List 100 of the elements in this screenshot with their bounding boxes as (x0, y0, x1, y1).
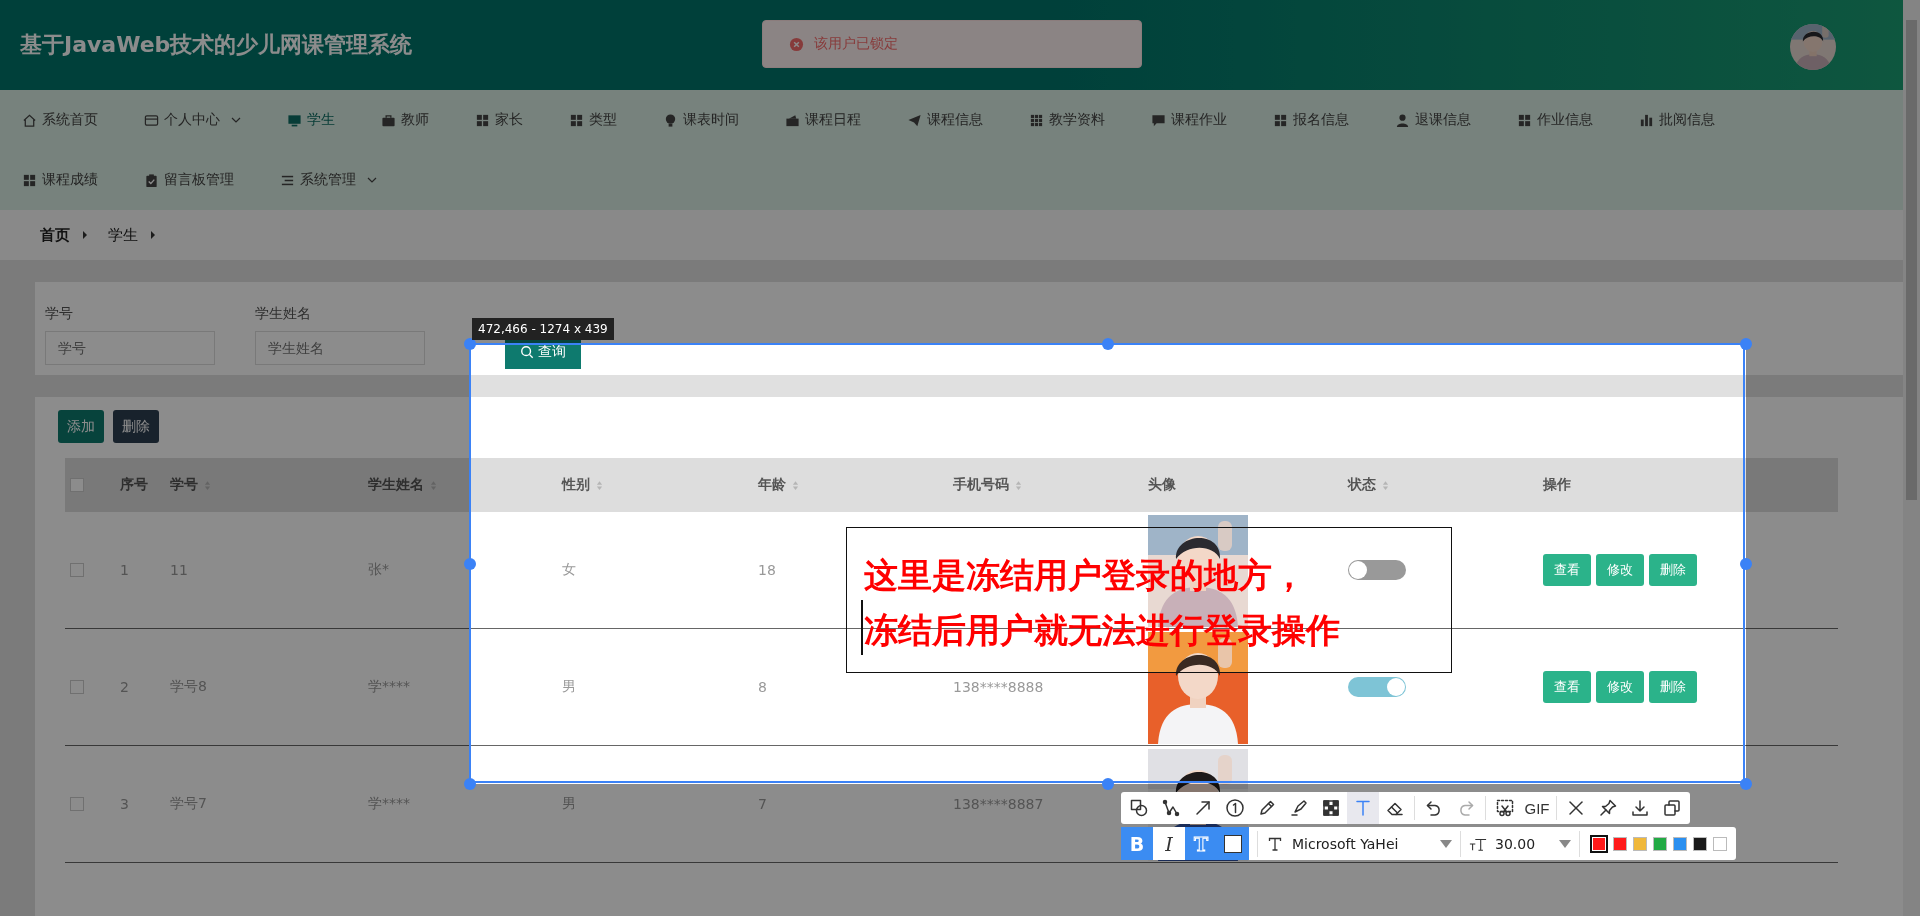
chevron-icon (150, 230, 156, 240)
clipboard-icon (144, 172, 159, 188)
column-header: 头像 (1148, 476, 1176, 494)
grid-icon (1273, 112, 1288, 128)
table-cell: 2 (120, 679, 129, 695)
column-header: 操作 (1543, 476, 1571, 494)
color-swatch[interactable] (1590, 834, 1608, 853)
format-toggle[interactable] (1217, 827, 1249, 860)
app-title: 基于JavaWeb技术的少儿网课管理系统 (20, 31, 413, 59)
row-action-button[interactable]: 删除 (1649, 671, 1697, 703)
column-header[interactable]: 学号 (170, 476, 211, 494)
copy-icon (1662, 798, 1682, 818)
input-field[interactable]: 学号 (45, 331, 215, 365)
color-swatch[interactable] (1673, 836, 1687, 851)
highlighter-icon (1289, 798, 1309, 818)
nav-item[interactable]: 系统首页 (22, 111, 98, 129)
toast-message: 该用户已锁定 (814, 35, 898, 53)
scissors-icon (1495, 798, 1515, 818)
column-header[interactable]: 学生姓名 (368, 476, 437, 494)
action-button[interactable]: 删除 (113, 410, 159, 443)
grid-icon (1029, 112, 1044, 128)
column-header[interactable]: 性别 (562, 476, 603, 494)
row-action-button[interactable]: 修改 (1596, 671, 1644, 703)
home-icon (22, 112, 37, 128)
color-swatch[interactable] (1653, 836, 1667, 851)
chevron-icon (82, 230, 88, 240)
pencil-icon (1257, 798, 1277, 818)
annotation-text: 这里是冻结用户登录的地方， (864, 554, 1306, 597)
input-field[interactable]: 学生姓名 (255, 331, 425, 365)
color-swatch[interactable] (1633, 836, 1647, 851)
search-icon (520, 344, 534, 359)
table-cell: 学号7 (170, 795, 207, 813)
tool-button[interactable]: GIF (1521, 792, 1553, 824)
breadcrumb-link[interactable]: 学生 (108, 225, 138, 245)
grid-icon (475, 112, 490, 128)
paper-plane-icon (907, 112, 922, 128)
table-cell: 女 (562, 561, 576, 579)
format-toggle[interactable]: T (1185, 827, 1217, 860)
sort-icon (596, 479, 603, 491)
checkbox[interactable] (70, 478, 84, 492)
font-size-dropdown[interactable]: 30.00 (1495, 835, 1571, 852)
table-cell: 男 (562, 678, 576, 696)
grid-icon (569, 112, 584, 128)
checkbox[interactable] (70, 563, 84, 577)
table-cell: 138****8888 (953, 679, 1044, 695)
caret-icon (367, 177, 377, 183)
color-swatch[interactable] (1693, 836, 1707, 851)
number-marker-icon (1225, 798, 1245, 818)
sort-icon (1382, 479, 1389, 491)
person-icon (1395, 112, 1410, 128)
action-button[interactable]: 添加 (58, 410, 104, 443)
caret-icon (1559, 839, 1571, 848)
card-icon (144, 112, 159, 128)
bar-chart-icon (1639, 112, 1654, 128)
format-toggle[interactable]: B (1121, 827, 1153, 860)
checkbox[interactable] (70, 680, 84, 694)
caret-icon (231, 117, 241, 123)
status-toggle[interactable] (1348, 677, 1406, 697)
table-cell: 8 (758, 679, 767, 695)
row-action-button[interactable]: 修改 (1596, 554, 1644, 586)
size-label: 472,466 - 1274 x 439 (472, 318, 614, 340)
table-cell: 学号8 (170, 678, 207, 696)
font-dropdown[interactable]: Microsoft YaHei (1292, 835, 1452, 852)
checkbox[interactable] (70, 797, 84, 811)
nav-item[interactable]: 个人中心 (144, 111, 241, 129)
table-cell: 1 (120, 562, 129, 578)
table-cell: 7 (758, 796, 767, 812)
briefcase-icon (381, 112, 396, 128)
column-header[interactable]: 状态 (1348, 476, 1389, 494)
close-icon (1566, 798, 1586, 818)
font-icon (1266, 835, 1284, 852)
caret-icon (1440, 839, 1452, 848)
table-cell: 11 (170, 562, 188, 578)
scrollbar[interactable] (1903, 0, 1920, 916)
table-cell: 学**** (368, 678, 410, 696)
column-header[interactable]: 年龄 (758, 476, 799, 494)
table-cell: 18 (758, 562, 776, 578)
selection-frame[interactable] (469, 343, 1745, 783)
breadcrumb-link[interactable]: 首页 (40, 225, 70, 245)
sort-icon (1015, 479, 1022, 491)
color-swatch[interactable] (1713, 836, 1727, 851)
download-icon (1630, 798, 1650, 818)
color-swatch[interactable] (1613, 836, 1627, 851)
mosaic-icon (1321, 798, 1341, 818)
grid-icon (22, 172, 37, 188)
row-action-button[interactable]: 查看 (1543, 554, 1591, 586)
row-action-button[interactable]: 查看 (1543, 671, 1591, 703)
grid-icon (1517, 112, 1532, 128)
column-header[interactable]: 手机号码 (953, 476, 1022, 494)
monitor-icon (287, 112, 302, 128)
row-action-button[interactable]: 删除 (1649, 554, 1697, 586)
field-label: 学号 (45, 305, 74, 323)
table-cell: 学**** (368, 795, 410, 813)
status-toggle[interactable] (1348, 560, 1406, 580)
chat-icon (1151, 112, 1166, 128)
error-icon (789, 36, 804, 52)
table-cell: 138****8887 (953, 796, 1044, 812)
shape-icon (1129, 798, 1149, 818)
table-cell: 3 (120, 796, 129, 812)
arrow-icon (1193, 798, 1213, 818)
